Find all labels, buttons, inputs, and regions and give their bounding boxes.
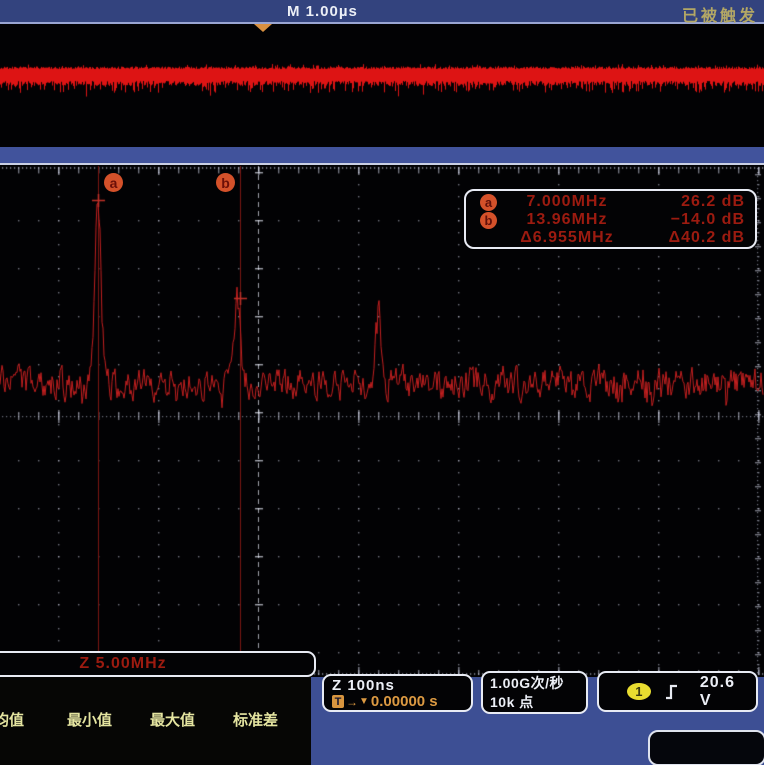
channel-1-badge: 1 [627, 683, 651, 700]
rising-edge-icon [665, 684, 678, 700]
cursor-a-level: 26.2 dB [637, 193, 745, 211]
horizontal-zoom-box: Z 100ns T → ▼ 0.00000 s [322, 674, 473, 712]
cursor-b-badge[interactable]: b [216, 173, 235, 192]
arrow-right-icon: → [346, 695, 358, 709]
measurement-column-min: 最小值 6.958M 75.6 1.69 26.5 [67, 677, 117, 765]
cursor-delta-spacer [480, 230, 497, 247]
measurement-column-max: 最大值 7.042M 83.6 2.00 29.0 [150, 677, 200, 765]
measurement-column-mean: 均值 999M 2.0 84 8.6 [0, 677, 32, 765]
measurement-panel: 均值 999M 2.0 84 8.6 最小值 6.958M 75.6 1.69 … [0, 677, 311, 765]
trigger-position-row: T → ▼ 0.00000 s [332, 693, 463, 710]
triangle-down-icon: ▼ [359, 696, 369, 707]
trigger-status-label: 已被触发 [682, 2, 758, 26]
column-header: 最大值 [150, 712, 200, 730]
cursor-b-row: b 13.96MHz −14.0 dB [480, 211, 745, 229]
record-length-readout: 10k 点 [490, 693, 579, 712]
oscilloscope-screen: M 1.00µs 已被触发 a b a 7.000MHz 26.2 dB b 1… [0, 0, 764, 765]
cursor-delta-row: Δ6.955MHz Δ40.2 dB [480, 229, 745, 247]
trigger-position-marker-icon [254, 24, 272, 32]
cursor-delta-frequency: Δ6.955MHz [497, 229, 637, 247]
trigger-position-value: 0.00000 s [371, 693, 438, 710]
cursor-a-row-badge: a [480, 194, 497, 211]
measurement-column-stddev: 标准差 13.25k 1.00 55.4m 329m [233, 677, 279, 765]
fft-scale-label: Z 5.00MHz [79, 655, 166, 673]
trigger-t-icon: T [332, 695, 344, 708]
datetime-box: 5 10月2011 15:27:36 [648, 730, 764, 765]
cursor-b-row-badge: b [480, 212, 497, 229]
timebase-readout: M 1.00µs [287, 3, 358, 20]
trigger-level-readout: 20.6 V [700, 674, 746, 710]
cursor-b-frequency: 13.96MHz [497, 211, 637, 229]
sample-rate-readout: 1.00G次/秒 [490, 674, 579, 693]
column-header: 标准差 [233, 712, 279, 730]
column-header: 最小值 [67, 712, 117, 730]
column-header: 均值 [0, 712, 32, 730]
cursor-readout-box: a 7.000MHz 26.2 dB b 13.96MHz −14.0 dB Δ… [464, 189, 757, 249]
fft-scale-box: Z 5.00MHz [0, 651, 316, 677]
cursor-b-level: −14.0 dB [637, 211, 745, 229]
cursor-a-frequency: 7.000MHz [497, 193, 637, 211]
zoom-timebase-readout: Z 100ns [332, 677, 463, 694]
trigger-source-box: 1 20.6 V [597, 671, 758, 712]
cursor-a-badge[interactable]: a [104, 173, 123, 192]
acquisition-box: 1.00G次/秒 10k 点 [481, 671, 588, 714]
cursor-a-row: a 7.000MHz 26.2 dB [480, 193, 745, 211]
cursor-delta-level: Δ40.2 dB [637, 229, 745, 247]
